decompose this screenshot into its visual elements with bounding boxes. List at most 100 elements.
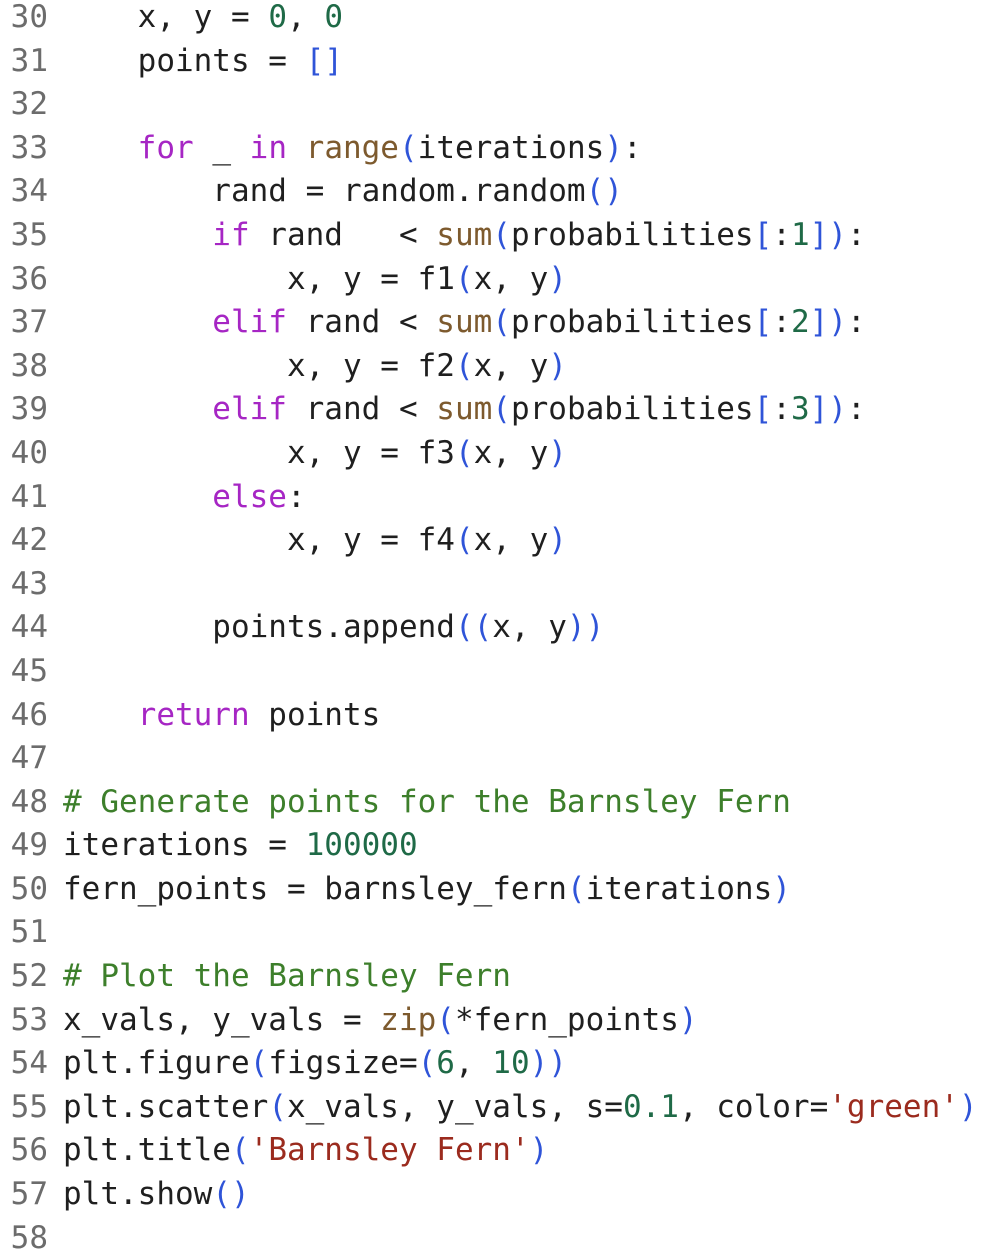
code-text: plt.scatter(x_vals, y_vals, s=0.1, color… xyxy=(63,1086,978,1130)
code-line[interactable]: 37 elif rand < sum(probabilities[:2]): xyxy=(0,301,1006,345)
code-token: 3 xyxy=(790,391,810,428)
code-text: return points xyxy=(63,694,381,738)
code-line[interactable]: 32 xyxy=(0,83,1006,127)
code-token: 0 xyxy=(324,0,343,35)
code-token: sum xyxy=(436,391,493,428)
code-token: , color= xyxy=(678,1088,829,1125)
code-line[interactable]: 42 x, y = f4(x, y) xyxy=(0,519,1006,563)
code-text: for _ in range(iterations): xyxy=(63,127,642,171)
code-token: ( xyxy=(454,434,474,471)
code-token: 0 xyxy=(268,0,287,35)
line-number: 52 xyxy=(10,958,48,995)
code-token: _ xyxy=(193,129,250,166)
code-token: probabilities xyxy=(510,391,754,428)
code-token: , xyxy=(286,0,325,35)
code-token: points.append xyxy=(63,609,455,646)
code-text: x, y = f2(x, y) xyxy=(63,345,567,389)
code-token: ( xyxy=(417,1045,437,1082)
code-line[interactable]: 50 fern_points = barnsley_fern(iterations… xyxy=(0,868,1006,912)
code-token: iterations = xyxy=(63,827,306,864)
line-number: 36 xyxy=(10,260,48,297)
code-line[interactable]: 56 plt.title('Barnsley Fern') xyxy=(0,1129,1006,1173)
code-line[interactable]: 53 x_vals, y_vals = zip(*fern_points) xyxy=(0,999,1006,1043)
code-line[interactable]: 58 xyxy=(0,1217,1006,1260)
code-line[interactable]: 31 points = [] xyxy=(0,40,1006,84)
code-line[interactable]: 51 xyxy=(0,911,1006,955)
code-token: [ xyxy=(753,391,773,428)
code-text: # Generate points for the Barnsley Fern xyxy=(63,781,791,825)
line-number: 55 xyxy=(10,1088,48,1125)
code-line[interactable]: 55 plt.scatter(x_vals, y_vals, s=0.1, col… xyxy=(0,1086,1006,1130)
code-token: ) xyxy=(604,129,623,166)
code-token: : xyxy=(772,304,791,341)
line-number: 41 xyxy=(10,478,48,515)
code-line[interactable]: 43 xyxy=(0,563,1006,607)
code-line[interactable]: 38 x, y = f2(x, y) xyxy=(0,345,1006,389)
code-token: ( xyxy=(454,522,474,559)
code-line[interactable]: 44 points.append((x, y)) xyxy=(0,606,1006,650)
line-number: 53 xyxy=(10,1001,48,1038)
code-text: elif rand < sum(probabilities[:3]): xyxy=(63,388,865,432)
code-token: 100000 xyxy=(305,827,418,864)
line-number: 47 xyxy=(10,740,48,777)
code-line[interactable]: 54 plt.figure(figsize=(6, 10)) xyxy=(0,1042,1006,1086)
code-token: ( xyxy=(492,304,511,341)
line-number: 40 xyxy=(10,434,48,471)
code-line[interactable]: 35 if rand < sum(probabilities[:1]): xyxy=(0,214,1006,258)
code-token: elif xyxy=(63,304,287,341)
code-token: (( xyxy=(454,609,493,646)
line-number: 38 xyxy=(10,347,48,384)
code-token: plt.title xyxy=(63,1132,231,1169)
code-editor[interactable]: 30 x, y = 0, 0 31 points = [] 32 33 for _ i… xyxy=(0,0,1006,1260)
code-token: # Plot the Barnsley Fern xyxy=(63,958,511,995)
code-line[interactable]: 36 x, y = f1(x, y) xyxy=(0,258,1006,302)
line-number: 34 xyxy=(10,173,48,210)
code-token: x, y xyxy=(492,609,567,646)
code-token: iterations xyxy=(585,870,773,907)
code-token: ]) xyxy=(809,216,847,253)
code-token: ) xyxy=(548,522,567,559)
code-line[interactable]: 41 else: xyxy=(0,476,1006,520)
code-token: : xyxy=(772,216,791,253)
code-token: ( xyxy=(230,1132,250,1169)
code-text: x, y = 0, 0 xyxy=(63,0,343,40)
code-token: x_vals, y_vals, s= xyxy=(286,1088,623,1125)
code-token: ( xyxy=(454,260,474,297)
code-token: points = xyxy=(63,42,306,79)
code-token: x, y = f2 xyxy=(63,347,455,384)
code-line[interactable]: 39 elif rand < sum(probabilities[:3]): xyxy=(0,388,1006,432)
code-line[interactable]: 47 xyxy=(0,737,1006,781)
line-number: 57 xyxy=(10,1176,48,1213)
code-token: ( xyxy=(492,216,511,253)
code-line[interactable]: 52 # Plot the Barnsley Fern xyxy=(0,955,1006,999)
code-token: ) xyxy=(529,1132,549,1169)
code-token: [] xyxy=(305,42,343,79)
code-line[interactable]: 34 rand = random.random() xyxy=(0,170,1006,214)
code-line[interactable]: 40 x, y = f3(x, y) xyxy=(0,432,1006,476)
code-text: elif rand < sum(probabilities[:2]): xyxy=(63,301,865,345)
code-line[interactable]: 57 plt.show() xyxy=(0,1173,1006,1217)
code-line[interactable]: 33 for _ in range(iterations): xyxy=(0,127,1006,171)
code-token: probabilities xyxy=(510,216,754,253)
code-text: # Plot the Barnsley Fern xyxy=(63,955,511,999)
code-line[interactable]: 46 return points xyxy=(0,694,1006,738)
code-token: ( xyxy=(268,1088,287,1125)
code-token: 'Barnsley Fern' xyxy=(249,1132,530,1169)
code-token: # Generate points for the Barnsley Fern xyxy=(63,783,791,820)
code-line[interactable]: 49 iterations = 100000 xyxy=(0,824,1006,868)
code-token: iterations xyxy=(417,129,605,166)
code-token: 2 xyxy=(790,304,810,341)
code-line[interactable]: 45 xyxy=(0,650,1006,694)
code-text: plt.title('Barnsley Fern') xyxy=(63,1129,548,1173)
code-token: figsize= xyxy=(268,1045,418,1082)
code-token: x, y xyxy=(473,522,549,559)
code-token: x, y xyxy=(473,347,549,384)
code-line[interactable]: 48 # Generate points for the Barnsley Fer… xyxy=(0,781,1006,825)
code-text: iterations = 100000 xyxy=(63,824,418,868)
code-token: 10 xyxy=(492,1045,530,1082)
code-token: ]) xyxy=(809,304,847,341)
code-line[interactable]: 30 x, y = 0, 0 xyxy=(0,0,1006,40)
code-token: x, y = f1 xyxy=(63,260,455,297)
code-token: ) xyxy=(548,347,567,384)
line-number: 45 xyxy=(10,652,48,689)
